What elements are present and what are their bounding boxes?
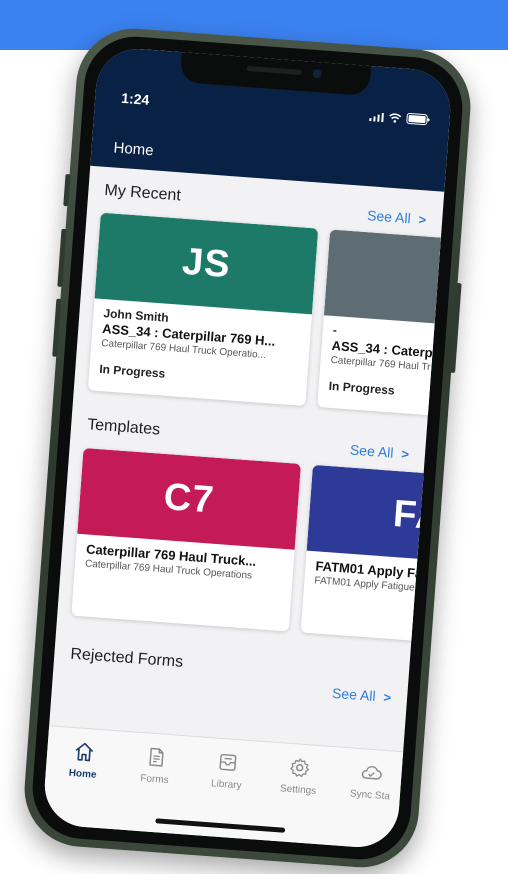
card-body: John Smith ASS_34 : Caterpillar 769 H...… (88, 298, 312, 398)
section-title-my-recent: My Recent (103, 181, 182, 205)
see-all-rejected-link[interactable]: See All > (332, 685, 392, 705)
front-camera (311, 68, 322, 79)
wifi-icon (389, 113, 402, 123)
card-subtitle: Caterpillar 769 Haul Tr (330, 354, 431, 374)
section-title-rejected-forms: Rejected Forms (69, 645, 184, 671)
app-screen: 1:24 Home My Recent See All > JS John Sm… (41, 46, 454, 850)
power-button (450, 282, 462, 373)
signal-icon (368, 112, 384, 123)
tab-label: Library (210, 778, 242, 792)
card-status: In Progress (328, 378, 396, 398)
status-time: 1:24 (120, 89, 150, 108)
recent-card[interactable]: JS John Smith ASS_34 : Caterpillar 769 H… (87, 212, 319, 407)
phone-bezel: 1:24 Home My Recent See All > JS John Sm… (29, 33, 466, 863)
mute-switch (63, 173, 71, 207)
card-status: In Progress (98, 361, 166, 381)
tab-label: Settings (279, 783, 317, 797)
see-all-label: See All (366, 207, 412, 227)
see-all-templates-link[interactable]: See All > (349, 442, 409, 462)
home-icon (75, 742, 94, 762)
card-initials-banner: JS (94, 212, 319, 315)
template-card[interactable]: C7 Caterpillar 769 Haul Truck... Caterpi… (71, 447, 301, 632)
tab-label: Home (68, 767, 97, 781)
tab-sync-status[interactable]: Sync Sta (335, 759, 408, 803)
tab-forms[interactable]: Forms (119, 744, 192, 788)
volume-up-button (57, 228, 67, 288)
phone-frame: 1:24 Home My Recent See All > JS John Sm… (20, 24, 475, 872)
tab-label: Sync Sta (349, 788, 391, 803)
page-title: Home (112, 139, 155, 160)
card-initials-banner: C7 (77, 447, 301, 550)
card-body: - ASS_34 : Caterpi Caterpillar 769 Haul … (318, 315, 453, 415)
library-icon (219, 753, 237, 771)
see-all-label: See All (331, 684, 377, 705)
section-title-templates: Templates (86, 416, 161, 439)
tab-home[interactable]: Home (47, 738, 120, 782)
volume-down-button (52, 298, 62, 357)
status-icons (368, 110, 428, 126)
tab-settings[interactable]: Settings (263, 754, 336, 798)
speaker-grille (246, 65, 302, 75)
template-card[interactable]: FA FATM01 Apply Fa FATM01 Apply Fatigue … (300, 464, 454, 649)
gear-icon (290, 758, 309, 778)
battery-icon (406, 112, 428, 126)
bottom-tab-bar: Home Forms Library Settings Sync Sta (41, 725, 404, 850)
tab-library[interactable]: Library (191, 749, 264, 793)
card-body: FATM01 Apply Fa FATM01 Apply Fatigue Str… (303, 551, 453, 610)
chevron-right-icon: > (383, 689, 392, 705)
recent-card[interactable]: - ASS_34 : Caterpi Caterpillar 769 Haul … (317, 229, 454, 423)
home-indicator[interactable] (154, 818, 285, 833)
cloud-sync-icon (361, 765, 382, 780)
chevron-right-icon: > (400, 445, 410, 462)
see-all-recent-link[interactable]: See All > (367, 207, 427, 227)
forms-icon (149, 747, 164, 767)
see-all-label: See All (349, 441, 395, 461)
tab-label: Forms (139, 773, 170, 787)
chevron-right-icon: > (418, 211, 427, 227)
